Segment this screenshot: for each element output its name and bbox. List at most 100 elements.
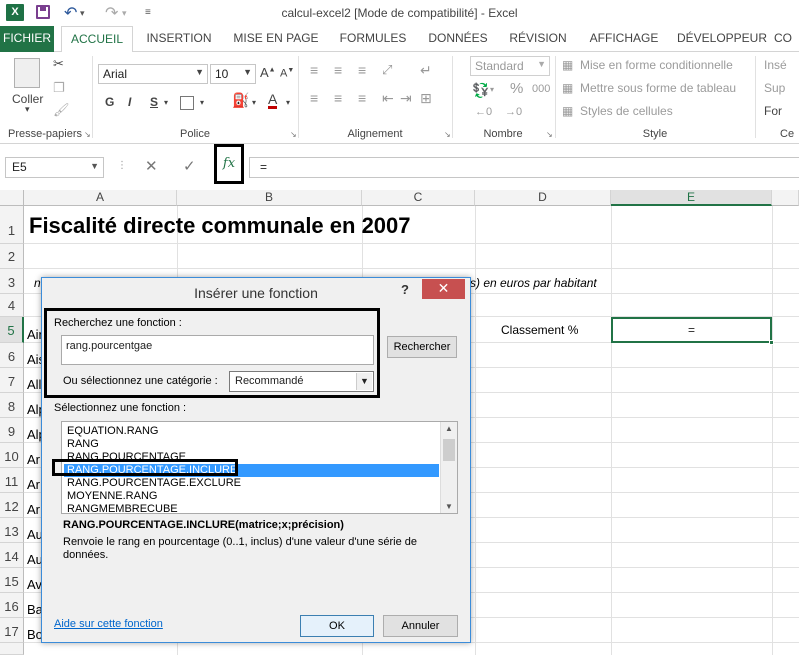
row-header-16[interactable]: 16 (0, 593, 24, 618)
borders-dropdown-icon[interactable]: ▾ (200, 98, 204, 107)
format-cells-button[interactable]: For (764, 104, 782, 118)
scroll-up-icon[interactable]: ▲ (441, 424, 457, 433)
list-item[interactable]: RANG.POURCENTAGE.EXCLURE (64, 477, 439, 490)
increase-decimal-icon[interactable]: ←0 (475, 106, 492, 118)
tab-affichage[interactable]: AFFICHAGE (583, 26, 665, 52)
fill-color-dropdown-icon[interactable]: ▾ (252, 98, 256, 107)
row-header-18[interactable] (0, 643, 24, 655)
cut-icon[interactable]: ✂ (53, 56, 64, 72)
name-box[interactable]: E5 ▼ (5, 157, 104, 178)
percent-button[interactable]: % (510, 80, 523, 97)
tab-insertion[interactable]: INSERTION (140, 26, 218, 52)
formula-input[interactable]: = (249, 157, 799, 178)
grow-font-icon[interactable]: A▲ (260, 65, 276, 80)
row-header-12[interactable]: 12 (0, 493, 24, 518)
enter-icon[interactable]: ✓ (183, 157, 196, 175)
row-header-14[interactable]: 14 (0, 543, 24, 568)
underline-button[interactable]: S (150, 95, 158, 109)
italic-button[interactable]: I (128, 95, 131, 109)
scroll-thumb[interactable] (443, 439, 455, 461)
align-top-icon[interactable]: ≡ (310, 62, 318, 78)
function-list-scrollbar[interactable]: ▲ ▼ (440, 422, 457, 513)
cancel-button[interactable]: Annuler (383, 615, 458, 637)
fill-color-icon[interactable]: ⛽ (232, 92, 249, 109)
alignment-launcher-icon[interactable]: ↘ (444, 130, 451, 139)
row-header-11[interactable]: 11 (0, 468, 24, 493)
row-header-7[interactable]: 7 (0, 368, 24, 393)
row-header-13[interactable]: 13 (0, 518, 24, 543)
cell-a11[interactable]: Ar (27, 477, 40, 492)
cell-a10[interactable]: Ar (27, 452, 40, 467)
paste-icon[interactable] (14, 58, 40, 88)
align-left-icon[interactable]: ≡ (310, 90, 318, 106)
row-header-5[interactable]: 5 (0, 317, 24, 343)
tab-revision[interactable]: RÉVISION (503, 26, 573, 52)
conditional-format-button[interactable]: Mise en forme conditionnelle (580, 58, 733, 72)
cell-a15[interactable]: Av (27, 577, 42, 592)
tab-accueil[interactable]: ACCUEIL (61, 26, 133, 53)
clipboard-launcher-icon[interactable]: ↘ (84, 130, 91, 139)
row-header-10[interactable]: 10 (0, 443, 24, 468)
select-all-corner[interactable] (0, 190, 24, 206)
paste-dropdown-icon[interactable]: ▾ (25, 104, 30, 115)
row-header-15[interactable]: 15 (0, 568, 24, 593)
column-header-c[interactable]: C (362, 190, 475, 206)
cell-styles-button[interactable]: Styles de cellules (580, 104, 673, 118)
table-format-icon[interactable]: ▦ (562, 81, 573, 95)
format-painter-icon[interactable]: 🖌 (53, 102, 70, 118)
search-button[interactable]: Rechercher (387, 336, 457, 358)
align-right-icon[interactable]: ≡ (358, 90, 366, 106)
wrap-text-icon[interactable]: ↵ (420, 62, 432, 79)
row-header-6[interactable]: 6 (0, 343, 24, 368)
font-color-dropdown-icon[interactable]: ▾ (286, 98, 290, 107)
sheet-title-cell[interactable]: Fiscalité directe communale en 2007 (29, 213, 411, 239)
cell-styles-icon[interactable]: ▦ (562, 104, 573, 118)
thousands-button[interactable]: 000 (532, 83, 550, 95)
row-header-3[interactable]: 3 (0, 269, 24, 294)
tab-fichier[interactable]: FICHIER (0, 26, 54, 52)
tab-mise-en-page[interactable]: MISE EN PAGE (228, 26, 324, 52)
column-header-e[interactable]: E (611, 190, 772, 206)
list-item[interactable]: RANG (64, 438, 439, 451)
ok-button[interactable]: OK (300, 615, 374, 637)
category-select[interactable]: Recommandé ▼ (229, 371, 374, 392)
align-middle-icon[interactable]: ≡ (334, 62, 342, 78)
font-launcher-icon[interactable]: ↘ (290, 130, 297, 139)
selected-cell-e5[interactable]: = (611, 317, 774, 345)
insert-cells-button[interactable]: Insé (764, 58, 787, 72)
help-link[interactable]: Aide sur cette fonction (54, 618, 163, 630)
tab-donnees[interactable]: DONNÉES (420, 26, 496, 52)
tab-formules[interactable]: FORMULES (333, 26, 413, 52)
borders-icon[interactable] (180, 96, 194, 110)
fill-handle[interactable] (769, 340, 774, 345)
function-search-input[interactable]: rang.pourcentgae (61, 335, 374, 365)
align-bottom-icon[interactable]: ≡ (358, 62, 366, 78)
font-color-icon[interactable]: A (268, 92, 278, 109)
align-center-icon[interactable]: ≡ (334, 90, 342, 106)
number-format-select[interactable]: Standard ▼ (470, 56, 550, 76)
scroll-down-icon[interactable]: ▼ (441, 502, 457, 511)
row-header-1[interactable]: 1 (0, 206, 24, 244)
row-header-9[interactable]: 9 (0, 418, 24, 443)
number-launcher-icon[interactable]: ↘ (546, 130, 553, 139)
tab-complements[interactable]: CO (774, 26, 799, 52)
increase-indent-icon[interactable]: ⇥ (400, 90, 412, 107)
close-icon[interactable]: ✕ (422, 279, 465, 299)
shrink-font-icon[interactable]: A▼ (280, 67, 294, 80)
cell-a12[interactable]: Ar (27, 502, 40, 517)
help-icon[interactable]: ? (401, 282, 409, 297)
insert-function-button[interactable]: fx (214, 144, 244, 184)
decrease-decimal-icon[interactable]: →0 (505, 106, 522, 118)
merge-cells-icon[interactable]: ⊞ (420, 90, 432, 107)
delete-cells-button[interactable]: Sup (764, 81, 785, 95)
column-header-b[interactable]: B (177, 190, 362, 206)
cond-format-icon[interactable]: ▦ (562, 58, 573, 72)
row-header-2[interactable]: 2 (0, 244, 24, 269)
cell-c3[interactable]: s) en euros par habitant (470, 276, 597, 290)
row-header-8[interactable]: 8 (0, 393, 24, 418)
cell-a3[interactable]: n (34, 276, 41, 290)
accounting-format-icon[interactable]: 💱 (472, 82, 489, 99)
column-header-a[interactable]: A (24, 190, 177, 206)
orientation-icon[interactable]: ⤢ (382, 62, 392, 78)
list-item[interactable]: MOYENNE.RANG (64, 490, 439, 503)
